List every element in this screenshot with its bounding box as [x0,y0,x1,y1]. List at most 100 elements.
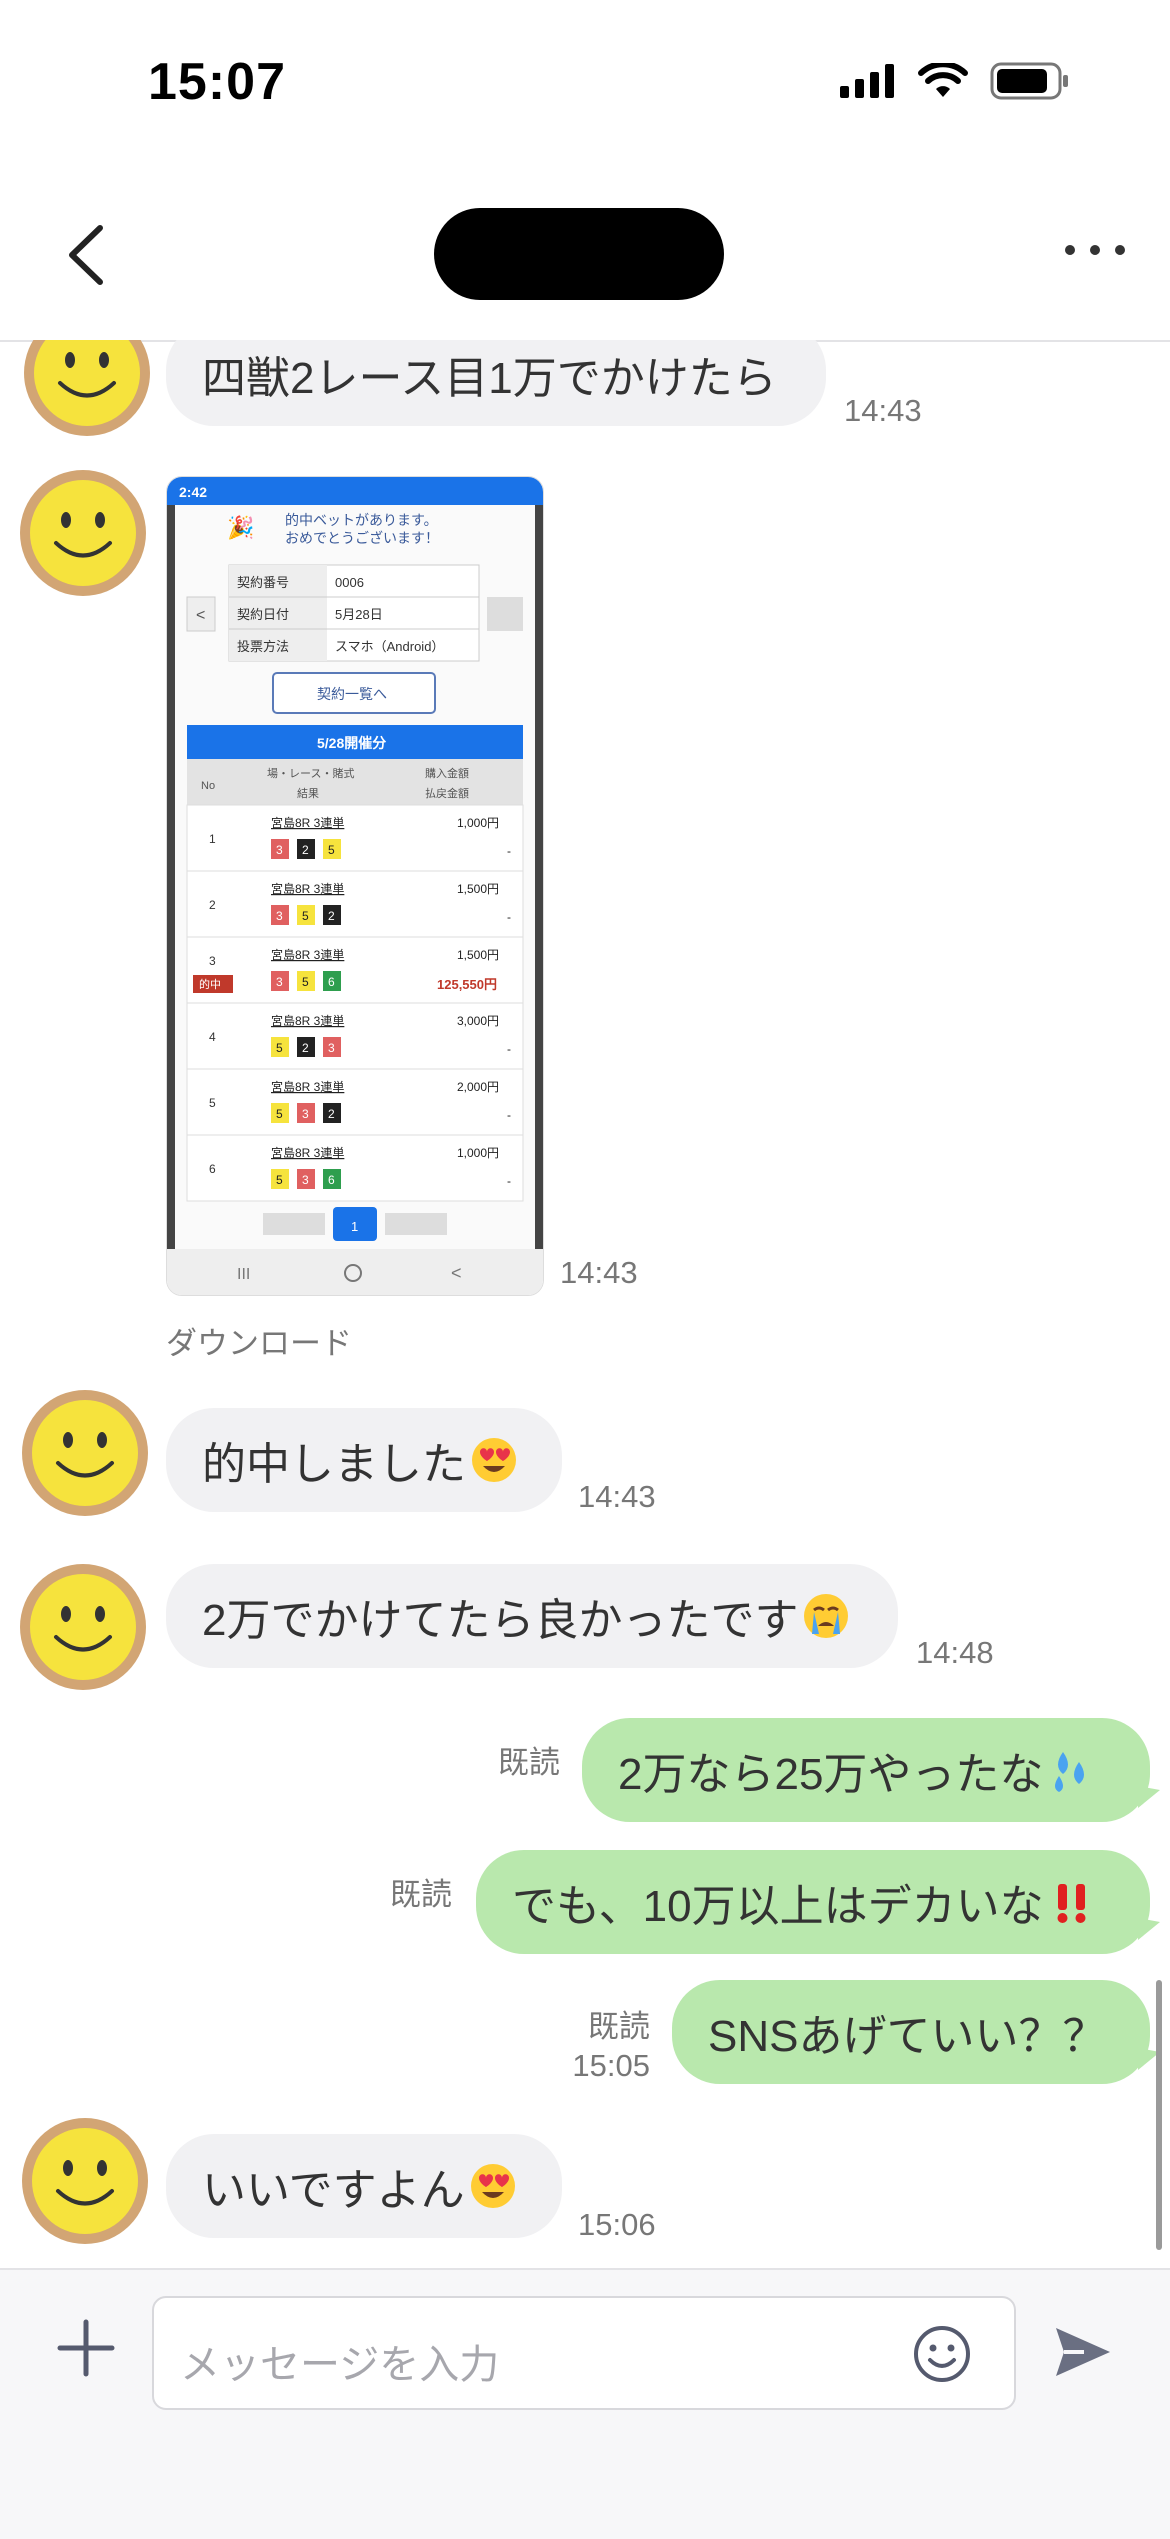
svg-text:宮島8R 3連単: 宮島8R 3連単 [271,947,344,962]
svg-text:投票方法: 投票方法 [237,639,289,654]
svg-text:No: No [201,780,215,792]
svg-text:6: 6 [328,1173,335,1187]
scrollbar[interactable] [1156,1980,1162,2250]
svg-text:購入金額: 購入金額 [425,766,469,780]
message-text: 2万でかけてたら良かったです [202,1596,799,1645]
svg-text:3: 3 [328,1041,335,1055]
contact-name-redacted [434,208,724,300]
svg-text:6: 6 [328,975,335,989]
svg-text:1,500円: 1,500円 [457,882,499,896]
message-list[interactable]: 四獣2レース目1万でかけたら 14:43 2:42 的中ベットがあります。 おめ… [0,340,1170,2268]
bubble-tail [1138,1786,1160,1808]
avatar[interactable] [18,468,148,598]
svg-text:場・レース・賭式: 場・レース・賭式 [267,766,354,780]
message-text: でも、10万以上はデカいな [512,1882,1044,1931]
read-receipt: 既読 15:05 [530,2008,650,2086]
svg-text:2: 2 [328,909,335,923]
svg-text:-: - [507,1108,511,1122]
svg-text:払戻金額: 払戻金額 [425,786,469,800]
svg-text:<: < [451,1263,462,1283]
send-icon[interactable] [1050,2320,1114,2384]
message-bubble[interactable]: 的中しました [166,1408,562,1512]
svg-text:5: 5 [276,1173,283,1187]
message-input[interactable]: メッセージを入力 [152,2296,1016,2410]
message-text: 2万なら25万やったな [618,1750,1044,1799]
message-time: 15:06 [578,2207,656,2242]
download-link[interactable]: ダウンロード [166,1318,352,1363]
message-bubble[interactable]: 2万でかけてたら良かったです [166,1564,898,1668]
emoji-icon[interactable] [912,2324,972,2384]
betting-result-screenshot: 2:42 的中ベットがあります。 おめでとうございます！ 🎉 契約番号 0006… [167,477,543,1295]
svg-text:契約一覧へ: 契約一覧へ [317,686,387,702]
message-time: 14:43 [578,1479,656,1514]
message-bubble[interactable]: 四獣2レース目1万でかけたら [166,340,826,426]
svg-text:2: 2 [302,1041,309,1055]
svg-text:🎉: 🎉 [227,515,254,541]
avatar[interactable] [20,1388,150,1518]
svg-text:3: 3 [276,975,283,989]
svg-text:125,550円: 125,550円 [437,977,497,992]
svg-text:3: 3 [209,954,216,968]
ellipsis-icon[interactable] [1060,230,1130,270]
svg-text:-: - [507,1174,511,1188]
svg-text:5: 5 [302,909,309,923]
status-time: 15:07 [148,53,286,111]
svg-text:-: - [507,910,511,924]
svg-text:3,000円: 3,000円 [457,1014,499,1028]
svg-text:2: 2 [209,898,216,912]
svg-text:1: 1 [209,832,216,846]
svg-text:宮島8R 3連単: 宮島8R 3連単 [271,1013,344,1028]
my-message-bubble[interactable]: 2万なら25万やったな [582,1718,1150,1822]
svg-text:-: - [507,1042,511,1056]
svg-text:5: 5 [209,1096,216,1110]
bet-row: 6 宮島8R 3連単 5 3 6 1,000円 - [186,1134,524,1202]
svg-text:5月28日: 5月28日 [335,607,383,622]
message-text: いいですよん [202,2166,465,2215]
congrats-line1: 的中ベットがあります。 [285,512,438,528]
svg-text:-: - [507,844,511,858]
chat-header [0,170,1170,342]
message-composer: メッセージを入力 [0,2268,1170,2539]
svg-text:3: 3 [276,909,283,923]
svg-text:4: 4 [209,1030,216,1044]
svg-text:III: III [237,1266,250,1283]
heart-eyes-emoji [472,1438,516,1482]
double-exclamation-emoji [1057,1884,1086,1923]
plus-icon[interactable] [54,2316,118,2380]
svg-text:契約日付: 契約日付 [237,607,289,622]
message-text: 四獣2レース目1万でかけたら [202,354,777,403]
congrats-line2: おめでとうございます！ [285,530,439,546]
svg-text:結果: 結果 [297,786,319,800]
message-text: 的中しました [202,1440,466,1489]
svg-text:5: 5 [276,1041,283,1055]
my-message-bubble[interactable]: SNSあげていい？？ [672,1980,1150,2084]
image-message[interactable]: 2:42 的中ベットがあります。 おめでとうございます！ 🎉 契約番号 0006… [166,476,544,1296]
svg-text:3: 3 [302,1107,309,1121]
svg-text:宮島8R 3連単: 宮島8R 3連単 [271,1079,344,1094]
svg-text:宮島8R 3連単: 宮島8R 3連単 [271,815,344,830]
avatar[interactable] [18,1562,148,1692]
svg-text:スマホ（Android）: スマホ（Android） [335,639,444,654]
svg-text:1,000円: 1,000円 [457,816,499,830]
svg-text:2,000円: 2,000円 [457,1080,499,1094]
status-bar: 15:07 [0,0,1170,170]
svg-text:2: 2 [328,1107,335,1121]
message-bubble[interactable]: いいですよん [166,2134,562,2238]
avatar[interactable] [22,340,152,438]
svg-text:6: 6 [209,1162,216,1176]
svg-text:宮島8R 3連単: 宮島8R 3連単 [271,881,344,896]
bet-row: 3 的中 宮島8R 3連単 3 5 6 1,500円 125,550円 [186,936,524,1004]
bet-row: 5 宮島8R 3連単 5 3 2 2,000円 - [186,1068,524,1136]
svg-text:2: 2 [302,843,309,857]
avatar[interactable] [20,2116,150,2246]
svg-text:宮島8R 3連単: 宮島8R 3連単 [271,1145,344,1160]
read-receipt: 既読 [390,1877,452,1912]
message-time: 14:43 [844,393,922,428]
message-time: 14:43 [560,1255,638,1290]
svg-text:1: 1 [351,1219,358,1234]
chevron-left-icon[interactable] [58,220,118,290]
my-message-bubble[interactable]: でも、10万以上はデカいな [476,1850,1150,1954]
svg-text:0006: 0006 [335,575,364,590]
sweat-droplets-emoji [1055,1752,1085,1792]
svg-text:5: 5 [276,1107,283,1121]
